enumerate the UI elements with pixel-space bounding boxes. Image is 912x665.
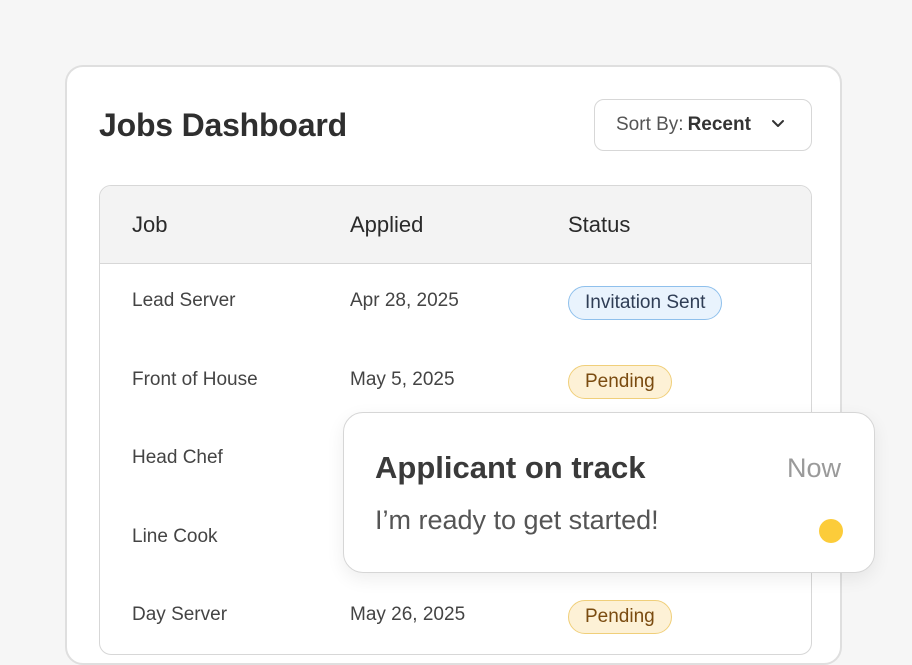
job-name: Day Server: [132, 604, 228, 625]
table-row[interactable]: Day Server May 26, 2025 Pending: [100, 578, 811, 654]
sort-by-value: Recent: [687, 114, 751, 135]
job-name: Front of House: [132, 368, 258, 390]
page-title: Jobs Dashboard: [99, 107, 347, 143]
sort-by-dropdown[interactable]: Sort By: Recent: [594, 99, 812, 151]
applied-date: May 5, 2025: [350, 368, 455, 390]
table-row[interactable]: Front of House May 5, 2025 Pending: [100, 343, 811, 422]
column-header-status[interactable]: Status: [568, 212, 630, 238]
applicant-notification[interactable]: Applicant on track Now I’m ready to get …: [343, 412, 875, 573]
notification-message: I’m ready to get started!: [375, 505, 659, 535]
notification-time: Now: [786, 453, 841, 483]
applied-date: May 26, 2025: [350, 604, 466, 625]
table-row[interactable]: Lead Server Apr 28, 2025 Invitation Sent: [100, 264, 811, 343]
status-badge: Invitation Sent: [568, 286, 723, 320]
chevron-down-icon: [772, 120, 784, 127]
applied-date: Apr 28, 2025: [350, 290, 459, 311]
job-name: Lead Server: [132, 290, 236, 311]
job-name: Head Chef: [132, 447, 223, 468]
job-name: Line Cook: [132, 525, 218, 547]
column-header-job[interactable]: Job: [132, 212, 167, 238]
notification-title: Applicant on track: [375, 450, 646, 485]
jobs-dashboard-card: Jobs Dashboard Sort By: Recent Job Appli…: [65, 65, 842, 665]
status-badge: Pending: [568, 600, 672, 634]
status-badge: Pending: [568, 364, 672, 399]
table-header: Job Applied Status: [100, 186, 811, 264]
status-dot-icon: [819, 519, 843, 543]
column-header-applied[interactable]: Applied: [350, 212, 423, 238]
sort-by-label: Sort By:: [616, 114, 684, 135]
